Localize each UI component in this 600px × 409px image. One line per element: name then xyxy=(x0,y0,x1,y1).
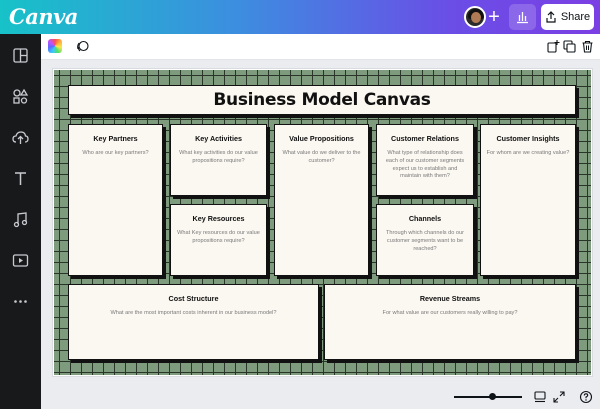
add-collaborator-button[interactable]: + xyxy=(484,5,504,29)
card-description: For whom are we creating value? xyxy=(486,150,570,156)
customer-relations-card[interactable]: Customer Relations What type of relation… xyxy=(376,124,474,196)
card-description: What type of relationship does each of o… xyxy=(385,150,465,180)
card-description: For what value are our customers really … xyxy=(382,310,518,316)
more-icon[interactable] xyxy=(11,292,30,311)
bottom-bar xyxy=(41,384,600,409)
canva-logo[interactable]: Canva xyxy=(9,4,78,29)
help-icon[interactable] xyxy=(579,390,593,404)
card-title: Key Resources xyxy=(192,214,245,223)
pages-icon[interactable] xyxy=(533,390,547,404)
top-bar: Canva + Share xyxy=(0,0,600,34)
music-icon[interactable] xyxy=(11,210,30,229)
card-description: What are the most important costs inhere… xyxy=(110,310,277,316)
key-activities-card[interactable]: Key Activities What key activities do ou… xyxy=(170,124,267,196)
card-description: What key activities do our value proposi… xyxy=(179,150,258,164)
zoom-slider-thumb[interactable] xyxy=(489,393,496,400)
card-description: What value do we deliver to the customer… xyxy=(282,150,361,164)
share-button[interactable]: Share xyxy=(541,4,594,30)
left-sidebar xyxy=(0,34,41,409)
card-title: Customer Insights xyxy=(496,134,560,143)
upload-cloud-icon[interactable] xyxy=(11,128,30,147)
user-avatar[interactable] xyxy=(464,6,486,28)
card-title: Key Activities xyxy=(195,134,242,143)
video-icon[interactable] xyxy=(11,251,30,270)
card-title: Cost Structure xyxy=(168,294,219,303)
bar-chart-icon xyxy=(517,12,528,24)
share-label: Share xyxy=(560,11,591,23)
layout-icon[interactable] xyxy=(11,46,30,65)
trash-icon[interactable] xyxy=(580,39,595,54)
cost-structure-card[interactable]: Cost Structure What are the most importa… xyxy=(68,284,319,360)
elements-icon[interactable] xyxy=(11,87,30,106)
card-description: What Key resources do our value proposit… xyxy=(177,230,260,244)
channels-card[interactable]: Channels Through which channels do our c… xyxy=(376,204,474,276)
design-canvas[interactable]: Business Model Canvas Key Partners Who a… xyxy=(53,69,592,376)
business-model-board[interactable]: Business Model Canvas Key Partners Who a… xyxy=(54,70,591,375)
share-upload-icon xyxy=(546,11,556,23)
add-page-icon[interactable] xyxy=(545,39,560,54)
card-title: Customer Relations xyxy=(391,134,459,143)
fullscreen-icon[interactable] xyxy=(552,390,566,404)
duplicate-icon[interactable] xyxy=(562,39,577,54)
revenue-streams-card[interactable]: Revenue Streams For what value are our c… xyxy=(324,284,576,360)
key-partners-card[interactable]: Key Partners Who are our key partners? xyxy=(68,124,163,276)
key-resources-card[interactable]: Key Resources What Key resources do our … xyxy=(170,204,267,276)
card-title: Value Propositions xyxy=(289,134,354,143)
card-title: Key Partners xyxy=(93,134,138,143)
value-propositions-card[interactable]: Value Propositions What value do we deli… xyxy=(274,124,369,276)
page-title: Business Model Canvas xyxy=(213,90,431,110)
title-card[interactable]: Business Model Canvas xyxy=(68,85,576,115)
editor-toolbar xyxy=(41,34,600,60)
analytics-button[interactable] xyxy=(509,4,536,30)
customer-insights-card[interactable]: Customer Insights For whom are we creati… xyxy=(480,124,576,276)
text-icon[interactable] xyxy=(11,169,30,188)
card-title: Channels xyxy=(408,214,442,223)
card-title: Revenue Streams xyxy=(419,294,481,303)
animate-icon[interactable] xyxy=(75,39,90,54)
card-description: Who are our key partners? xyxy=(82,150,149,156)
zoom-slider-track[interactable] xyxy=(454,396,522,398)
card-description: Through which channels do our customer s… xyxy=(385,230,465,252)
plus-icon: + xyxy=(488,6,500,28)
color-palette-icon[interactable] xyxy=(48,39,62,53)
